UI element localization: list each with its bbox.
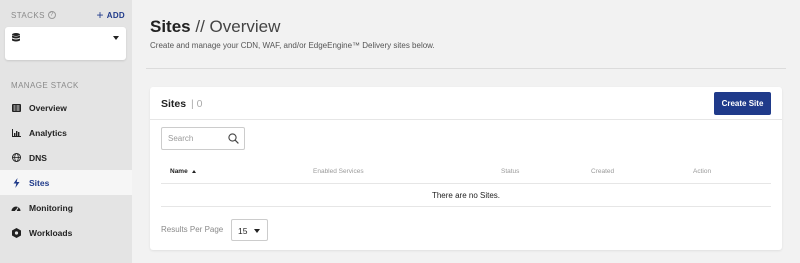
create-site-button[interactable]: Create Site bbox=[714, 92, 771, 115]
chevron-down-icon bbox=[254, 229, 260, 233]
add-stack-button[interactable]: + ADD bbox=[96, 8, 125, 22]
column-name-label: Name bbox=[170, 168, 188, 175]
help-icon[interactable]: ? bbox=[47, 11, 56, 19]
search-icon[interactable] bbox=[228, 133, 239, 144]
card-title-text: Sites bbox=[161, 98, 187, 110]
page-title-main: Sites bbox=[150, 17, 191, 36]
sidebar-item-label: Analytics bbox=[29, 127, 67, 138]
empty-table-message: There are no Sites. bbox=[431, 191, 501, 200]
bar-chart-icon bbox=[11, 128, 21, 138]
site-count: | 0 bbox=[191, 98, 203, 110]
header-divider bbox=[146, 68, 786, 69]
page-subtitle: Create and manage your CDN, WAF, and/or … bbox=[150, 41, 435, 50]
table-bottom-divider bbox=[161, 206, 771, 207]
sidebar-item-label: DNS bbox=[29, 152, 47, 163]
plus-icon: + bbox=[96, 8, 104, 22]
sites-card: Sites | 0 Create Site Name Enabled Servi… bbox=[150, 87, 782, 250]
sidebar: STACKS ? + ADD MANAGE STACK Overview Ana… bbox=[0, 0, 132, 263]
add-label: ADD bbox=[106, 10, 125, 20]
column-header-name[interactable]: Name bbox=[170, 168, 196, 175]
sidebar-item-dns[interactable]: DNS bbox=[0, 145, 132, 170]
page-title-sub: // Overview bbox=[190, 17, 281, 36]
column-header-created: Created bbox=[591, 168, 615, 175]
search-input[interactable] bbox=[168, 131, 226, 146]
sidebar-item-overview[interactable]: Overview bbox=[0, 95, 132, 120]
sidebar-nav: Overview Analytics DNS Sites Monitoring bbox=[0, 95, 132, 245]
sidebar-item-label: Monitoring bbox=[29, 202, 73, 213]
stacks-label-text: STACKS bbox=[11, 10, 45, 20]
stacks-header: STACKS ? + ADD bbox=[11, 9, 125, 21]
sidebar-item-monitoring[interactable]: Monitoring bbox=[0, 195, 132, 220]
stack-selector[interactable] bbox=[5, 27, 126, 60]
column-header-enabled-services: Enabled Services bbox=[313, 168, 364, 175]
sort-ascending-icon bbox=[191, 170, 196, 173]
manage-stack-label: MANAGE STACK bbox=[11, 81, 79, 90]
stacks-label: STACKS ? bbox=[11, 11, 56, 20]
sidebar-item-sites[interactable]: Sites bbox=[0, 170, 132, 195]
lightning-bolt-icon bbox=[11, 177, 21, 188]
sidebar-item-label: Sites bbox=[29, 177, 50, 188]
page-title: Sites // Overview bbox=[150, 17, 280, 37]
column-header-action: Action bbox=[693, 168, 712, 175]
card-divider bbox=[150, 119, 782, 120]
sidebar-item-analytics[interactable]: Analytics bbox=[0, 120, 132, 145]
overview-icon bbox=[11, 103, 21, 113]
speedometer-icon bbox=[11, 203, 21, 213]
results-per-page-value: 15 bbox=[238, 226, 248, 236]
results-per-page-select[interactable]: 15 bbox=[231, 219, 268, 241]
column-header-status: Status bbox=[501, 168, 520, 175]
chevron-down-icon bbox=[113, 36, 119, 40]
table-header-divider bbox=[161, 183, 771, 184]
results-per-page-label: Results Per Page bbox=[161, 225, 224, 234]
sidebar-item-label: Workloads bbox=[29, 227, 73, 238]
sidebar-item-label: Overview bbox=[29, 102, 67, 113]
hexagon-gear-icon bbox=[11, 227, 21, 238]
database-icon bbox=[12, 33, 20, 42]
card-title: Sites | 0 bbox=[161, 98, 203, 110]
globe-icon bbox=[11, 153, 21, 163]
search-box bbox=[161, 127, 245, 150]
sidebar-item-workloads[interactable]: Workloads bbox=[0, 220, 132, 245]
